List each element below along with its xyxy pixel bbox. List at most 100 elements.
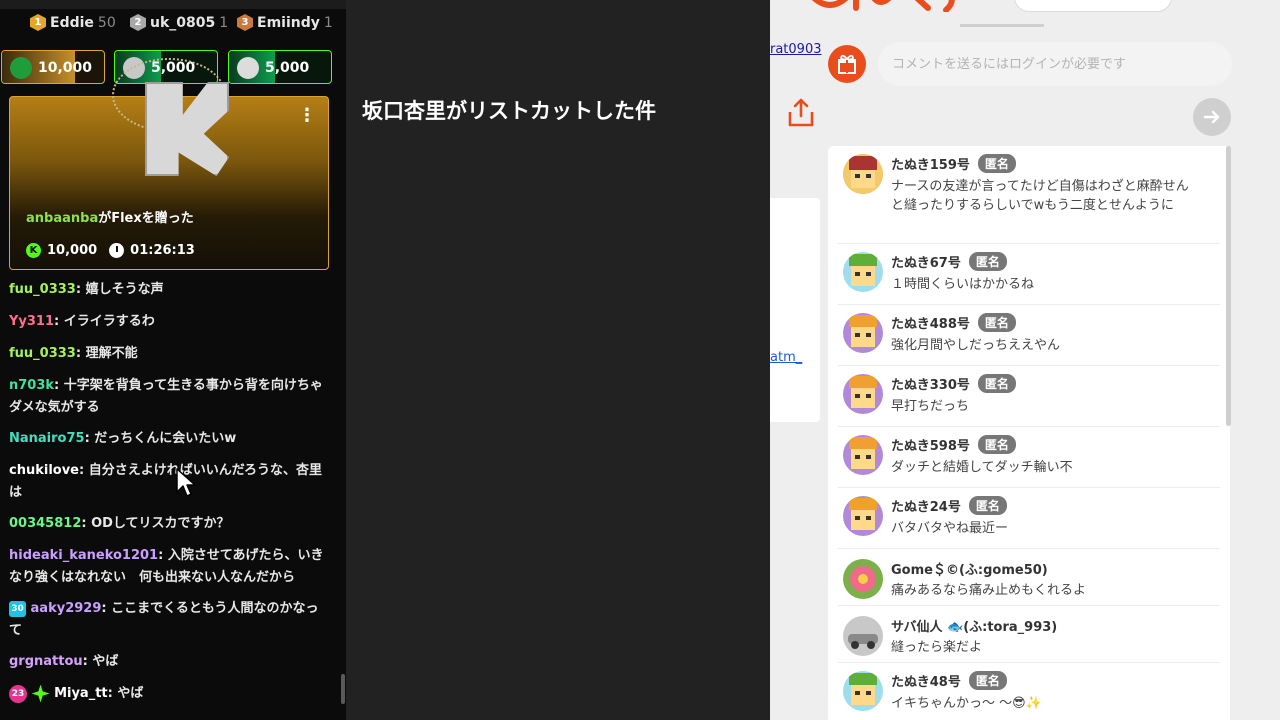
comment-author-name[interactable]: たぬき67号 xyxy=(891,252,961,271)
tanuki-avatar-icon[interactable] xyxy=(843,313,883,353)
chat-text: : イライラするわ xyxy=(54,314,155,329)
chat-text: : やば xyxy=(107,686,144,701)
gift-pill-3[interactable]: 5,000 xyxy=(228,50,332,84)
leaderboard-entry-1[interactable]: 1 Eddie 50 xyxy=(30,14,116,31)
anonymous-badge: 匿名 xyxy=(977,313,1016,332)
scrollbar-thumb[interactable] xyxy=(341,674,345,704)
comment-item: たぬき330号 匿名 早打ちだっち xyxy=(828,366,1228,427)
leaderboard-entry-3[interactable]: 3 Emiindy 1 xyxy=(237,14,333,31)
chat-message: n703k: 十字架を背負って生きる事から背を向けちゃダメな気がする xyxy=(9,375,329,419)
leaderboard-score: 1 xyxy=(323,14,333,31)
comment-text: イキちゃんかっ〜 〜😎✨ xyxy=(891,696,1042,711)
chat-username[interactable]: aaky2929 xyxy=(31,601,102,616)
chat-username[interactable]: chukilove xyxy=(9,463,79,478)
rank-1-icon: 1 xyxy=(30,14,46,31)
tanuki-avatar-icon[interactable] xyxy=(843,154,883,194)
leaderboard-name: Emiindy xyxy=(257,14,320,31)
chat-message: fuu_0333: 理解不能 xyxy=(9,343,329,365)
kick-coin-icon: K xyxy=(26,243,41,258)
gift-text: がFlexを贈った xyxy=(98,211,194,226)
site-logo-icon xyxy=(811,0,955,12)
comment-item: たぬき488号 匿名 強化月間やしだっちええやん xyxy=(828,305,1228,366)
leaderboard-score: 1 xyxy=(219,14,229,31)
tanuki-avatar-icon[interactable] xyxy=(843,671,883,711)
comment-item: たぬき67号 匿名 １時間くらいはかかるね xyxy=(828,244,1228,305)
video-area: 坂口杏里がリストカットした件 xyxy=(346,0,770,720)
chat-message: hideaki_kaneko1201: 入院させてあげたら、いきなり強くはなれな… xyxy=(9,545,329,589)
comment-author-name[interactable]: サバ仙人 🐟(ふ:tora_993) xyxy=(891,616,1057,635)
gift-username[interactable]: anbaanba xyxy=(26,211,98,226)
side-card xyxy=(770,198,820,422)
clock-icon xyxy=(109,243,125,258)
chat-username[interactable]: grgnattou xyxy=(9,654,83,669)
comment-item: たぬき48号 匿名 イキちゃんかっ〜 〜😎✨ xyxy=(828,663,1228,720)
gift-stats: K 10,000 01:26:13 xyxy=(26,243,195,258)
send-button[interactable] xyxy=(1193,98,1231,136)
chat-message: chukilove: 自分さえよければいいんだろうな、杏里は xyxy=(9,460,329,504)
tanuki-avatar-icon[interactable] xyxy=(843,374,883,414)
gift-button[interactable] xyxy=(828,45,866,83)
tanuki-avatar-icon[interactable] xyxy=(843,252,883,292)
chat-message: Nanairo75: だっちくんに会いたいw xyxy=(9,428,329,450)
comment-author: たぬき598号 匿名 xyxy=(891,435,1016,454)
chat-message: 30 aaky2929: ここまでくるともう人間なのかなって xyxy=(9,598,329,642)
share-icon xyxy=(788,98,814,127)
comment-author-name[interactable]: たぬき598号 xyxy=(891,435,970,454)
chat-text: : 理解不能 xyxy=(75,346,138,361)
comment-author-name[interactable]: たぬき330号 xyxy=(891,374,970,393)
comment-list: たぬき159号 匿名 ナースの友達が言ってたけど自傷はわざと麻酔せんと縫ったりする… xyxy=(828,146,1230,720)
tanuki-avatar-icon[interactable] xyxy=(843,496,883,536)
chat-text: : 十字架を背負って生きる事から背を向けちゃダメな気がする xyxy=(9,378,323,415)
rank-3-icon: 3 xyxy=(237,14,253,31)
chat-username[interactable]: fuu_0333 xyxy=(9,346,76,361)
comment-author: Gome＄©(ふ:gome50) xyxy=(891,559,1048,578)
car-avatar-icon[interactable] xyxy=(843,616,883,656)
comment-author-name[interactable]: たぬき488号 xyxy=(891,313,970,332)
comment-author: たぬき67号 匿名 xyxy=(891,252,1007,271)
chat-username[interactable]: Nanairo75 xyxy=(9,431,85,446)
atm-link[interactable]: atm_ xyxy=(770,350,802,365)
more-options-icon[interactable]: ⋮ xyxy=(298,105,316,126)
chat-username[interactable]: Miya_tt xyxy=(54,686,108,701)
chat-scrollbar[interactable] xyxy=(341,96,345,704)
header-search-pill[interactable] xyxy=(1014,0,1172,12)
comment-author-name[interactable]: Gome＄©(ふ:gome50) xyxy=(891,559,1048,578)
flower-avatar-icon[interactable] xyxy=(843,559,883,599)
leaderboard-name: uk_0805 xyxy=(150,14,216,31)
comment-item: たぬき159号 匿名 ナースの友達が言ってたけど自傷はわざと麻酔せんと縫ったりする… xyxy=(828,146,1228,244)
comment-author: たぬき488号 匿名 xyxy=(891,313,1016,332)
chat-username[interactable]: 00345812 xyxy=(9,516,81,531)
comment-author: たぬき24号 匿名 xyxy=(891,496,1007,515)
chat-text: : ODしてリスカですか？ xyxy=(81,516,230,531)
chat-username[interactable]: n703k xyxy=(9,378,54,393)
chat-message: Yy311: イライラするわ xyxy=(9,311,329,333)
comment-author: たぬき159号 匿名 xyxy=(891,154,1016,173)
chat-username[interactable]: hideaki_kaneko1201 xyxy=(9,548,158,563)
comment-author-name[interactable]: たぬき24号 xyxy=(891,496,961,515)
comment-site: rat0903 atm_ たぬき159号匿名 ナースの友達が言ってたけど自傷はわ… xyxy=(770,0,1280,720)
tanuki-avatar-icon[interactable] xyxy=(843,435,883,475)
subscriber-badge-icon: 23 xyxy=(9,684,27,703)
comment-author: サバ仙人 🐟(ふ:tora_993) xyxy=(891,616,1057,635)
mouse-cursor-icon xyxy=(176,468,196,497)
chat-message: 00345812: ODしてリスカですか？ xyxy=(9,513,329,535)
chat-username[interactable]: fuu_0333 xyxy=(9,282,76,297)
comment-author-name[interactable]: たぬき48号 xyxy=(891,671,961,690)
comment-author-name[interactable]: たぬき159号 xyxy=(891,154,970,173)
user-avatar xyxy=(10,57,32,79)
star-badge-icon xyxy=(31,684,50,703)
leaderboard-entry-2[interactable]: 2 uk_0805 1 xyxy=(130,14,228,31)
rank-2-icon: 2 xyxy=(130,14,146,31)
share-button[interactable] xyxy=(784,96,818,130)
comment-text: 痛みあるなら痛み止めもくれるよ xyxy=(891,583,1087,598)
leaderboard-score: 50 xyxy=(97,14,116,31)
comment-text: 早打ちだっち xyxy=(891,399,970,414)
comment-list-scrollbar[interactable] xyxy=(1226,146,1231,426)
gift-amount: 10,000 xyxy=(38,60,93,76)
send-arrow-icon xyxy=(1203,110,1220,124)
comment-text: ナースの友達が言ってたけど自傷はわざと麻酔せんと縫ったりするらしいでwもう二度と… xyxy=(891,179,1189,213)
user-link[interactable]: rat0903 xyxy=(770,42,822,57)
chat-username[interactable]: Yy311 xyxy=(9,314,54,329)
gift-pill-1[interactable]: 10,000 xyxy=(1,50,105,84)
comment-input[interactable] xyxy=(878,42,1232,86)
